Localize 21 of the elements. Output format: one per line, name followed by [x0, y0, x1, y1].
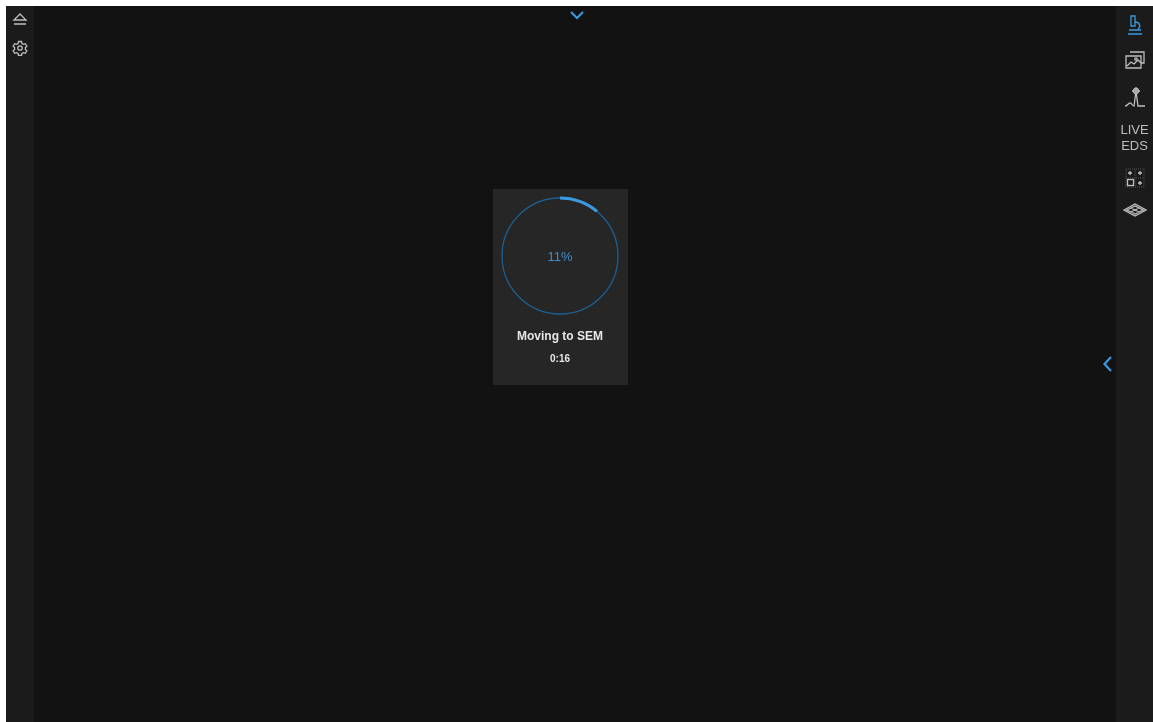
grid-icon: [1124, 168, 1145, 188]
microscope-button[interactable]: [1125, 14, 1144, 36]
live-eds-button[interactable]: LIVE EDS: [1117, 122, 1152, 154]
settings-icon: [12, 40, 28, 56]
layers-icon: [1122, 202, 1147, 218]
grid-button[interactable]: [1124, 168, 1145, 188]
eject-icon: [12, 12, 28, 26]
images-button[interactable]: [1123, 50, 1146, 70]
progress-percent: 11%: [547, 248, 573, 264]
time-text: 0:16: [550, 353, 570, 364]
microscope-icon: [1125, 14, 1144, 36]
status-text: Moving to SEM: [517, 329, 603, 343]
chevron-left-icon: [1103, 356, 1112, 372]
spectrum-icon: [1123, 84, 1146, 108]
images-icon: [1123, 50, 1146, 70]
layers-button[interactable]: [1122, 202, 1147, 218]
progress-arc: [559, 196, 598, 213]
spectrum-button[interactable]: [1123, 84, 1146, 108]
chevron-down-icon: [570, 11, 584, 20]
settings-button[interactable]: [12, 40, 28, 56]
eject-button[interactable]: [12, 12, 28, 26]
